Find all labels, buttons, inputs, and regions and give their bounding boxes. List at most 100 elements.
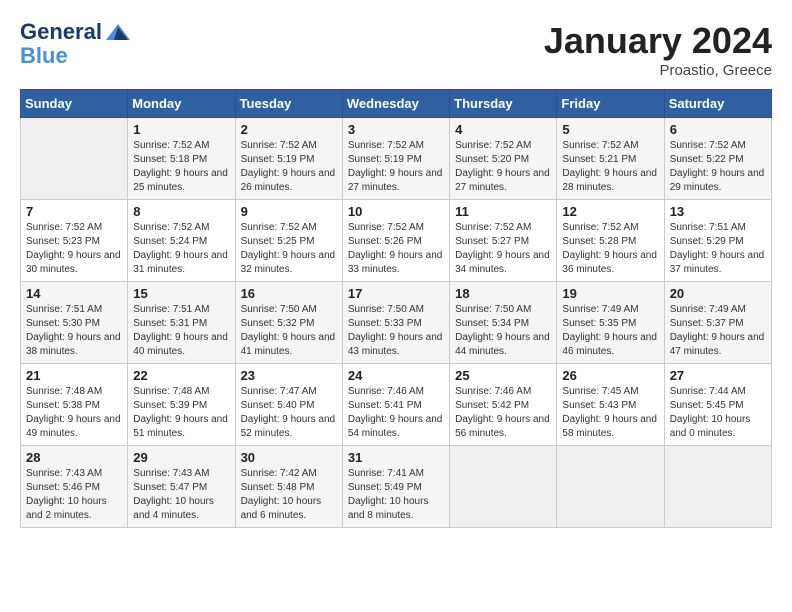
day-info: Sunrise: 7:41 AMSunset: 5:49 PMDaylight:… bbox=[348, 467, 444, 523]
day-info: Sunrise: 7:52 AMSunset: 5:20 PMDaylight:… bbox=[455, 139, 551, 195]
day-info: Sunrise: 7:52 AMSunset: 5:19 PMDaylight:… bbox=[348, 139, 444, 195]
day-number: 3 bbox=[348, 122, 444, 137]
logo-icon bbox=[104, 22, 132, 44]
day-info: Sunrise: 7:52 AMSunset: 5:28 PMDaylight:… bbox=[562, 221, 658, 277]
calendar-cell: 14Sunrise: 7:51 AMSunset: 5:30 PMDayligh… bbox=[21, 282, 128, 364]
day-info: Sunrise: 7:50 AMSunset: 5:34 PMDaylight:… bbox=[455, 303, 551, 359]
month-title: January 2024 bbox=[544, 20, 772, 62]
day-number: 5 bbox=[562, 122, 658, 137]
calendar-cell: 8Sunrise: 7:52 AMSunset: 5:24 PMDaylight… bbox=[128, 200, 235, 282]
day-info: Sunrise: 7:52 AMSunset: 5:18 PMDaylight:… bbox=[133, 139, 229, 195]
day-number: 16 bbox=[241, 286, 337, 301]
logo-text: General bbox=[20, 20, 134, 44]
calendar-cell: 18 Sunrise: 7:50 AMSunset: 5:34 PMDayligh… bbox=[450, 282, 557, 364]
calendar-cell: 15 Sunrise: 7:51 AMSunset: 5:31 PMDayligh… bbox=[128, 282, 235, 364]
subtitle: Proastio, Greece bbox=[544, 62, 772, 79]
logo: General Blue bbox=[20, 20, 134, 68]
day-info: Sunrise: 7:48 AMSunset: 5:38 PMDaylight:… bbox=[26, 385, 122, 441]
calendar-cell: 1 Sunrise: 7:52 AMSunset: 5:18 PMDaylight… bbox=[128, 118, 235, 200]
day-number: 17 bbox=[348, 286, 444, 301]
day-info: Sunrise: 7:48 AMSunset: 5:39 PMDaylight:… bbox=[133, 385, 229, 441]
calendar-cell: 6Sunrise: 7:52 AMSunset: 5:22 PMDaylight… bbox=[664, 118, 771, 200]
calendar-cell: 5 Sunrise: 7:52 AMSunset: 5:21 PMDaylight… bbox=[557, 118, 664, 200]
calendar-cell: 24Sunrise: 7:46 AMSunset: 5:41 PMDayligh… bbox=[342, 364, 449, 446]
day-info: Sunrise: 7:50 AMSunset: 5:32 PMDaylight:… bbox=[241, 303, 337, 359]
header-day-monday: Monday bbox=[128, 90, 235, 118]
week-row-1: 1 Sunrise: 7:52 AMSunset: 5:18 PMDaylight… bbox=[21, 118, 772, 200]
day-info: Sunrise: 7:51 AMSunset: 5:29 PMDaylight:… bbox=[670, 221, 766, 277]
week-row-4: 21 Sunrise: 7:48 AMSunset: 5:38 PMDayligh… bbox=[21, 364, 772, 446]
calendar-cell: 10 Sunrise: 7:52 AMSunset: 5:26 PMDayligh… bbox=[342, 200, 449, 282]
day-number: 23 bbox=[241, 368, 337, 383]
calendar-cell: 4 Sunrise: 7:52 AMSunset: 5:20 PMDaylight… bbox=[450, 118, 557, 200]
week-row-3: 14Sunrise: 7:51 AMSunset: 5:30 PMDayligh… bbox=[21, 282, 772, 364]
header-day-friday: Friday bbox=[557, 90, 664, 118]
calendar-cell: 21 Sunrise: 7:48 AMSunset: 5:38 PMDayligh… bbox=[21, 364, 128, 446]
day-info: Sunrise: 7:43 AMSunset: 5:47 PMDaylight:… bbox=[133, 467, 229, 523]
day-number: 30 bbox=[241, 450, 337, 465]
day-info: Sunrise: 7:42 AMSunset: 5:48 PMDaylight:… bbox=[241, 467, 337, 523]
day-number: 28 bbox=[26, 450, 122, 465]
day-number: 26 bbox=[562, 368, 658, 383]
day-number: 24 bbox=[348, 368, 444, 383]
calendar-cell: 30 Sunrise: 7:42 AMSunset: 5:48 PMDayligh… bbox=[235, 446, 342, 528]
calendar-cell: 31Sunrise: 7:41 AMSunset: 5:49 PMDayligh… bbox=[342, 446, 449, 528]
day-number: 8 bbox=[133, 204, 229, 219]
header-day-sunday: Sunday bbox=[21, 90, 128, 118]
header-row: SundayMondayTuesdayWednesdayThursdayFrid… bbox=[21, 90, 772, 118]
day-number: 25 bbox=[455, 368, 551, 383]
calendar-cell: 9Sunrise: 7:52 AMSunset: 5:25 PMDaylight… bbox=[235, 200, 342, 282]
calendar-cell: 29 Sunrise: 7:43 AMSunset: 5:47 PMDayligh… bbox=[128, 446, 235, 528]
page-header: General Blue January 2024 Proastio, Gree… bbox=[20, 20, 772, 79]
calendar-cell: 12Sunrise: 7:52 AMSunset: 5:28 PMDayligh… bbox=[557, 200, 664, 282]
day-info: Sunrise: 7:51 AMSunset: 5:31 PMDaylight:… bbox=[133, 303, 229, 359]
week-row-2: 7Sunrise: 7:52 AMSunset: 5:23 PMDaylight… bbox=[21, 200, 772, 282]
day-number: 27 bbox=[670, 368, 766, 383]
day-number: 22 bbox=[133, 368, 229, 383]
calendar-cell: 19Sunrise: 7:49 AMSunset: 5:35 PMDayligh… bbox=[557, 282, 664, 364]
calendar-table: SundayMondayTuesdayWednesdayThursdayFrid… bbox=[20, 89, 772, 528]
header-day-thursday: Thursday bbox=[450, 90, 557, 118]
calendar-cell bbox=[557, 446, 664, 528]
calendar-cell: 26 Sunrise: 7:45 AMSunset: 5:43 PMDayligh… bbox=[557, 364, 664, 446]
day-info: Sunrise: 7:45 AMSunset: 5:43 PMDaylight:… bbox=[562, 385, 658, 441]
calendar-cell bbox=[664, 446, 771, 528]
title-block: January 2024 Proastio, Greece bbox=[544, 20, 772, 79]
day-info: Sunrise: 7:52 AMSunset: 5:21 PMDaylight:… bbox=[562, 139, 658, 195]
day-number: 18 bbox=[455, 286, 551, 301]
day-info: Sunrise: 7:47 AMSunset: 5:40 PMDaylight:… bbox=[241, 385, 337, 441]
day-info: Sunrise: 7:52 AMSunset: 5:22 PMDaylight:… bbox=[670, 139, 766, 195]
calendar-cell bbox=[450, 446, 557, 528]
calendar-cell: 13Sunrise: 7:51 AMSunset: 5:29 PMDayligh… bbox=[664, 200, 771, 282]
day-number: 9 bbox=[241, 204, 337, 219]
day-number: 15 bbox=[133, 286, 229, 301]
header-day-saturday: Saturday bbox=[664, 90, 771, 118]
day-number: 14 bbox=[26, 286, 122, 301]
day-number: 2 bbox=[241, 122, 337, 137]
calendar-cell: 11 Sunrise: 7:52 AMSunset: 5:27 PMDayligh… bbox=[450, 200, 557, 282]
day-info: Sunrise: 7:50 AMSunset: 5:33 PMDaylight:… bbox=[348, 303, 444, 359]
day-number: 21 bbox=[26, 368, 122, 383]
calendar-cell: 25 Sunrise: 7:46 AMSunset: 5:42 PMDayligh… bbox=[450, 364, 557, 446]
day-number: 20 bbox=[670, 286, 766, 301]
day-info: Sunrise: 7:43 AMSunset: 5:46 PMDaylight:… bbox=[26, 467, 122, 523]
header-day-wednesday: Wednesday bbox=[342, 90, 449, 118]
day-info: Sunrise: 7:52 AMSunset: 5:27 PMDaylight:… bbox=[455, 221, 551, 277]
calendar-cell: 17 Sunrise: 7:50 AMSunset: 5:33 PMDayligh… bbox=[342, 282, 449, 364]
day-info: Sunrise: 7:46 AMSunset: 5:42 PMDaylight:… bbox=[455, 385, 551, 441]
calendar-cell: 16 Sunrise: 7:50 AMSunset: 5:32 PMDayligh… bbox=[235, 282, 342, 364]
calendar-cell: 20 Sunrise: 7:49 AMSunset: 5:37 PMDayligh… bbox=[664, 282, 771, 364]
calendar-cell: 3 Sunrise: 7:52 AMSunset: 5:19 PMDaylight… bbox=[342, 118, 449, 200]
day-number: 1 bbox=[133, 122, 229, 137]
day-info: Sunrise: 7:49 AMSunset: 5:37 PMDaylight:… bbox=[670, 303, 766, 359]
day-info: Sunrise: 7:44 AMSunset: 5:45 PMDaylight:… bbox=[670, 385, 766, 441]
day-number: 10 bbox=[348, 204, 444, 219]
day-number: 4 bbox=[455, 122, 551, 137]
day-info: Sunrise: 7:52 AMSunset: 5:23 PMDaylight:… bbox=[26, 221, 122, 277]
calendar-cell: 7Sunrise: 7:52 AMSunset: 5:23 PMDaylight… bbox=[21, 200, 128, 282]
day-info: Sunrise: 7:49 AMSunset: 5:35 PMDaylight:… bbox=[562, 303, 658, 359]
day-info: Sunrise: 7:52 AMSunset: 5:26 PMDaylight:… bbox=[348, 221, 444, 277]
calendar-cell: 2Sunrise: 7:52 AMSunset: 5:19 PMDaylight… bbox=[235, 118, 342, 200]
day-number: 29 bbox=[133, 450, 229, 465]
day-number: 11 bbox=[455, 204, 551, 219]
